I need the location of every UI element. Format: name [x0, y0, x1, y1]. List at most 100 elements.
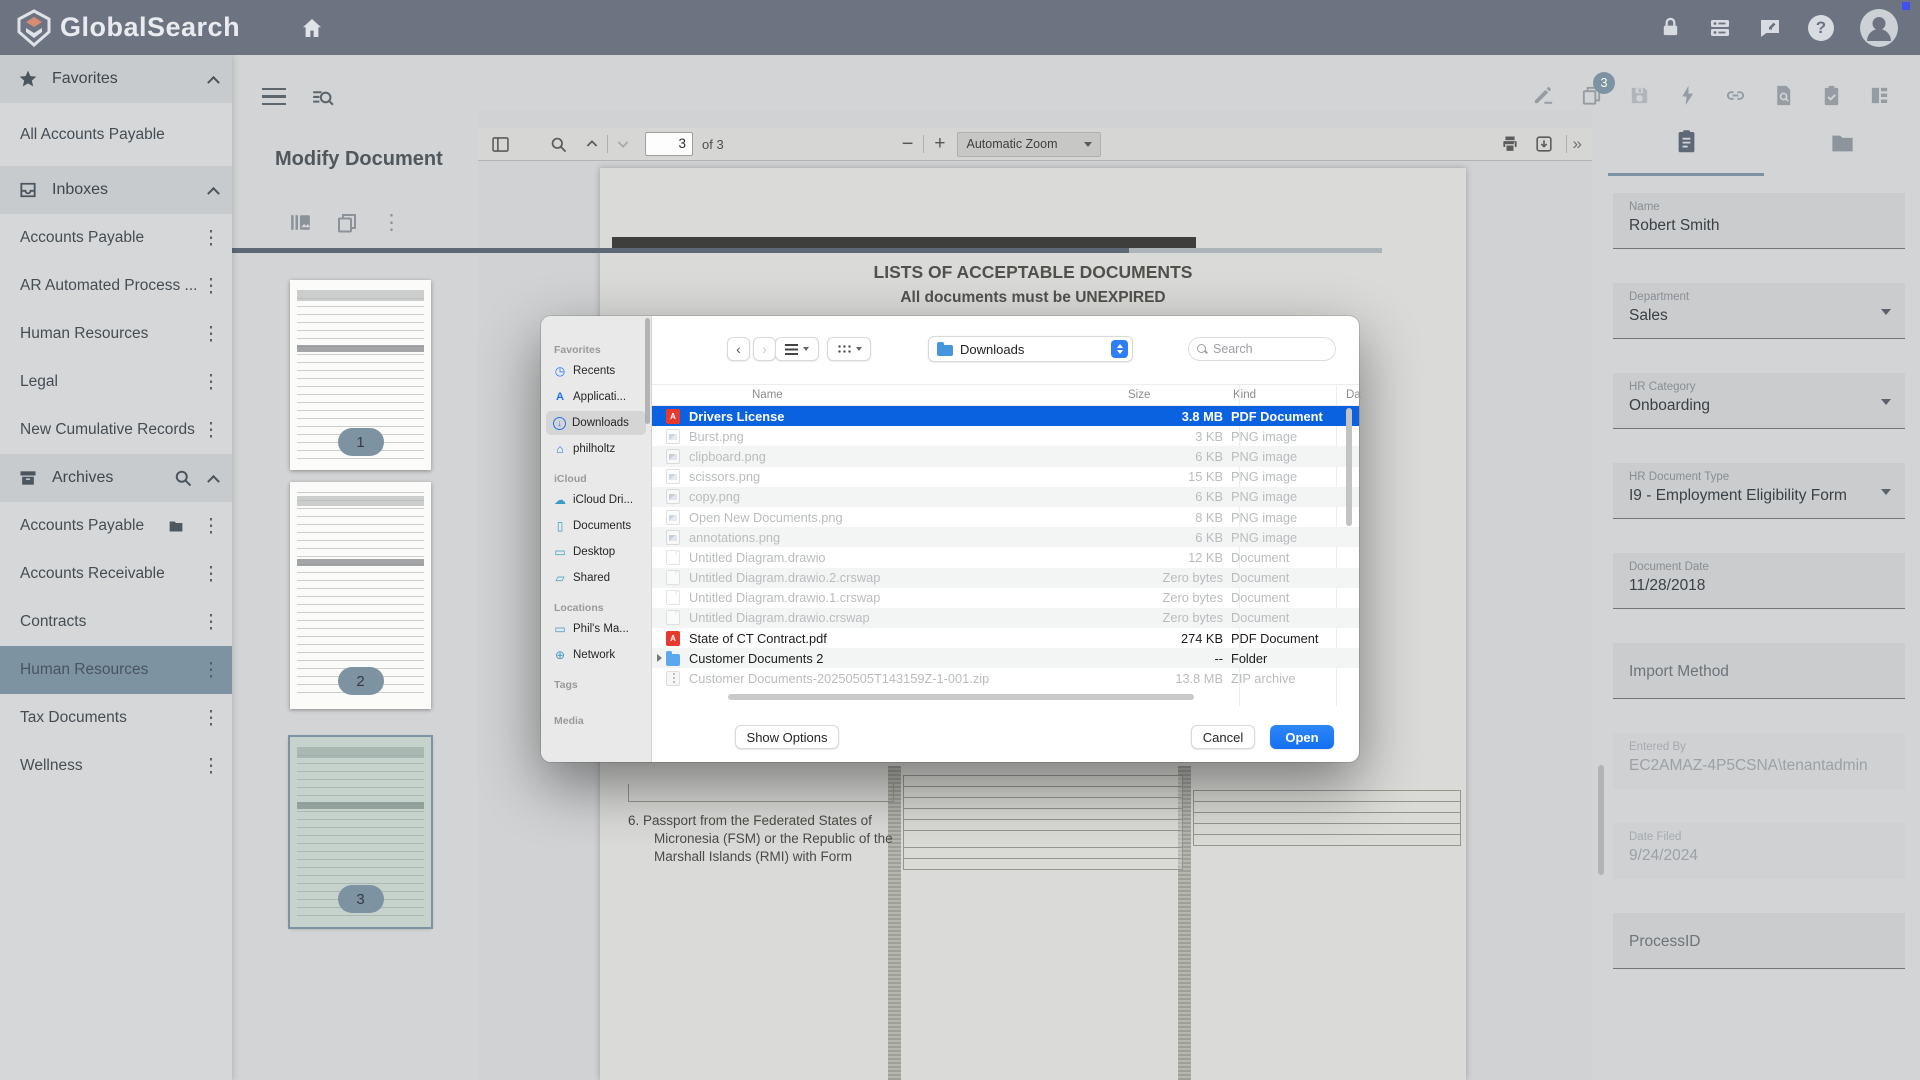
copy-pages-icon[interactable] — [335, 211, 359, 235]
file-row[interactable]: Open New Documents.png 8 KB PNG image — [652, 507, 1359, 527]
kebab-menu-icon[interactable]: ⋮ — [200, 515, 222, 538]
help-icon[interactable]: ? — [1808, 15, 1834, 41]
file-row[interactable]: Untitled Diagram.drawio 12 KB Document — [652, 547, 1359, 567]
cancel-button[interactable]: Cancel — [1191, 725, 1255, 749]
index-field[interactable]: Department Sales — [1613, 283, 1905, 339]
page-down-icon[interactable] — [615, 136, 631, 152]
tab-document-location[interactable] — [1764, 110, 1920, 176]
open-button[interactable]: Open — [1270, 725, 1334, 749]
sidebar-item-archive[interactable]: Accounts Receivable ⋮ — [0, 550, 232, 598]
file-row[interactable]: clipboard.png 6 KB PNG image — [652, 446, 1359, 466]
location-dropdown[interactable]: Downloads — [928, 336, 1133, 362]
sidebar-item-inbox[interactable]: Accounts Payable ⋮ — [0, 214, 232, 262]
sidebar-item-archive[interactable]: Wellness ⋮ — [0, 742, 232, 790]
index-field[interactable]: Import Method — [1613, 643, 1905, 699]
kebab-menu-icon[interactable]: ⋮ — [200, 659, 222, 682]
dialog-sidebar-item[interactable]: ⌂ philholtz — [546, 437, 646, 461]
page-up-icon[interactable] — [584, 136, 600, 152]
sidebar-item-archive[interactable]: Contracts ⋮ — [0, 598, 232, 646]
sidebar-item-archive[interactable]: Human Resources ⋮ — [0, 646, 232, 694]
file-row[interactable]: Untitled Diagram.drawio.crswap Zero byte… — [652, 608, 1359, 628]
sidebar-item-inbox[interactable]: Legal ⋮ — [0, 358, 232, 406]
save-icon[interactable] — [1628, 84, 1651, 107]
kebab-menu-icon[interactable]: ⋮ — [200, 707, 222, 730]
kebab-menu-icon[interactable]: ⋮ — [200, 611, 222, 634]
link-icon[interactable] — [1724, 84, 1747, 107]
page-number-input[interactable]: 3 — [645, 132, 693, 156]
apps-grid-icon[interactable] — [1708, 16, 1732, 40]
download-icon[interactable] — [1534, 134, 1554, 154]
file-row[interactable]: scissors.png 15 KB PNG image — [652, 467, 1359, 487]
pages-copy-icon[interactable]: 3 — [1580, 84, 1603, 107]
file-row[interactable]: annotations.png 6 KB PNG image — [652, 527, 1359, 547]
dialog-sidebar-item[interactable]: ▯ Documents — [546, 514, 646, 538]
zoom-out-icon[interactable]: − — [902, 133, 914, 156]
print-icon[interactable] — [1500, 134, 1520, 154]
file-row[interactable]: Customer Documents 2 -- Folder — [652, 648, 1359, 668]
index-columns-icon[interactable] — [1868, 84, 1891, 107]
dialog-sidebar-item[interactable]: ☁ iCloud Dri... — [546, 488, 646, 512]
index-field[interactable]: Entered By EC2AMAZ-4P5CSNA\tenantadmin — [1613, 733, 1905, 789]
sidebar-item-inbox[interactable]: New Cumulative Records ⋮ — [0, 406, 232, 454]
annotate-pencil-icon[interactable] — [1532, 84, 1555, 107]
column-header-size[interactable]: Size — [1128, 389, 1183, 401]
kebab-menu-icon[interactable]: ⋮ — [200, 227, 222, 250]
panel-scrollbar[interactable] — [1598, 765, 1604, 875]
archive-search-icon[interactable] — [173, 468, 193, 488]
kebab-menu-icon[interactable]: ⋮ — [200, 419, 222, 442]
search-results-icon[interactable] — [310, 86, 335, 111]
sidebar-item-favorite[interactable]: All Accounts Payable — [0, 103, 232, 166]
zoom-select[interactable]: Automatic Zoom — [957, 132, 1100, 157]
page-thumbnail[interactable]: 1 — [290, 280, 431, 470]
column-header-kind[interactable]: Kind — [1233, 389, 1256, 401]
index-field[interactable]: ProcessID — [1613, 913, 1905, 969]
clipboard-check-icon[interactable] — [1820, 84, 1843, 107]
more-tools-icon[interactable]: » — [1573, 134, 1580, 154]
kebab-menu-icon[interactable]: ⋮ — [200, 323, 222, 346]
page-thumbnail[interactable]: 2 — [290, 482, 431, 709]
workflow-lightning-icon[interactable] — [1676, 84, 1699, 107]
chevron-up-icon[interactable] — [207, 186, 220, 199]
dialog-sidebar-item[interactable]: ↓ Downloads — [546, 411, 646, 435]
dialog-sidebar-item[interactable]: ▭ Desktop — [546, 540, 646, 564]
dialog-sidebar-item[interactable]: ▭ Phil's Ma... — [546, 617, 646, 641]
index-field[interactable]: Name Robert Smith — [1613, 193, 1905, 249]
favorites-header[interactable]: Favorites — [0, 55, 232, 103]
disclosure-triangle-icon[interactable] — [657, 654, 662, 662]
index-field[interactable]: Document Date 11/28/2018 — [1613, 553, 1905, 609]
kebab-menu-icon[interactable]: ⋮ — [200, 371, 222, 394]
home-icon[interactable] — [300, 16, 324, 40]
zoom-in-icon[interactable]: + — [934, 133, 945, 155]
sidebar-item-inbox[interactable]: AR Automated Process ... ⋮ — [0, 262, 232, 310]
file-list-scrollbar[interactable] — [1346, 408, 1352, 526]
inboxes-header[interactable]: Inboxes — [0, 166, 232, 214]
index-field[interactable]: Date Filed 9/24/2024 — [1613, 823, 1905, 879]
index-field[interactable]: HR Category Onboarding — [1613, 373, 1905, 429]
kebab-menu-icon[interactable]: ⋮ — [381, 211, 402, 235]
archives-header[interactable]: Archives — [0, 454, 232, 502]
sidebar-item-archive[interactable]: Accounts Payable ⋮ — [0, 502, 232, 550]
kebab-menu-icon[interactable]: ⋮ — [200, 275, 222, 298]
search-input[interactable]: Search — [1188, 337, 1336, 361]
avatar[interactable] — [1860, 9, 1898, 47]
dialog-sidebar-item[interactable]: ▱ Shared — [546, 566, 646, 590]
file-row[interactable]: State of CT Contract.pdf 274 KB PDF Docu… — [652, 628, 1359, 648]
file-row[interactable]: Customer Documents-20250505T143159Z-1-00… — [652, 668, 1359, 688]
page-thumbnail[interactable]: 3 — [290, 737, 431, 927]
index-field[interactable]: HR Document Type I9 - Employment Eligibi… — [1613, 463, 1905, 519]
menu-hamburger-icon[interactable] — [262, 88, 286, 105]
dialog-sidebar-item[interactable]: ⊕ Network — [546, 643, 646, 667]
kebab-menu-icon[interactable]: ⋮ — [200, 563, 222, 586]
dialog-sidebar-item[interactable]: ◷ Recents — [546, 359, 646, 383]
dialog-sidebar-scrollbar[interactable] — [645, 318, 650, 424]
group-view-button[interactable] — [827, 337, 871, 361]
file-row[interactable]: Untitled Diagram.drawio.2.crswap Zero by… — [652, 568, 1359, 588]
file-row[interactable]: Untitled Diagram.drawio.1.crswap Zero by… — [652, 588, 1359, 608]
sidebar-item-inbox[interactable]: Human Resources ⋮ — [0, 310, 232, 358]
show-options-button[interactable]: Show Options — [735, 725, 839, 749]
file-row[interactable]: copy.png 6 KB PNG image — [652, 487, 1359, 507]
chevron-up-icon[interactable] — [207, 75, 220, 88]
back-button[interactable]: ‹ — [727, 337, 750, 361]
column-header-date[interactable]: Da — [1346, 389, 1361, 401]
file-row[interactable]: Burst.png 3 KB PNG image — [652, 426, 1359, 446]
